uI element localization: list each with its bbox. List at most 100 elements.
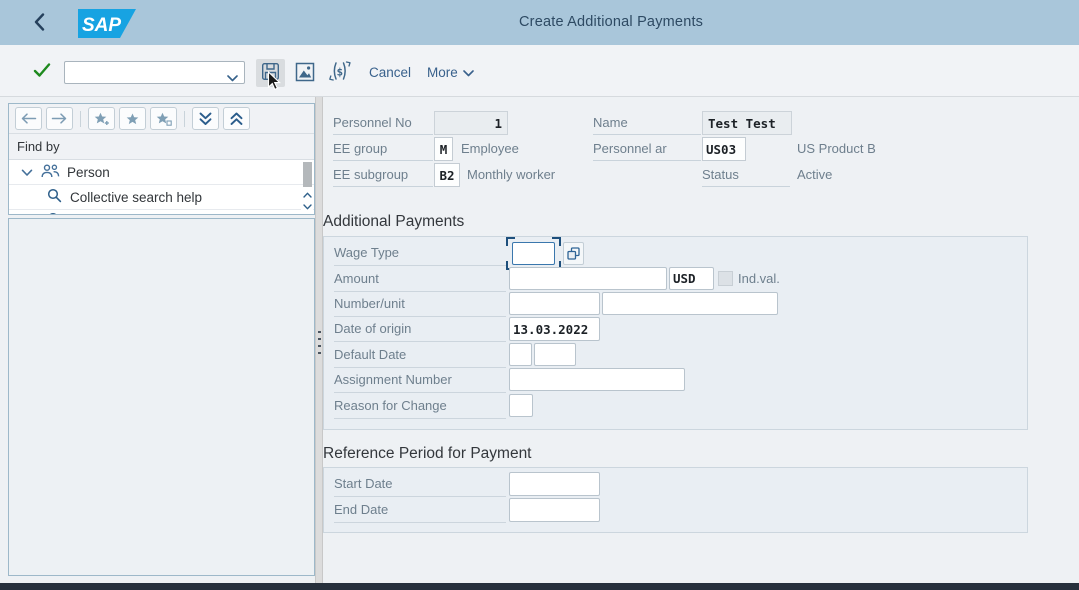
start-date-label-cell: Start Date <box>334 472 506 497</box>
assignment-number-input[interactable] <box>509 368 685 391</box>
wage-type-label: Wage Type <box>334 245 399 260</box>
more-button[interactable]: More <box>427 61 474 85</box>
end-date-label: End Date <box>334 502 388 517</box>
start-date-label: Start Date <box>334 476 393 491</box>
chevron-down-icon <box>463 61 474 85</box>
back-icon[interactable] <box>33 13 49 31</box>
add-favorite-button[interactable] <box>88 107 115 130</box>
ee-group-label: EE group <box>333 137 433 161</box>
reason-for-change-label-cell: Reason for Change <box>334 394 506 419</box>
star-plus-icon <box>94 112 110 126</box>
personnel-no-field[interactable]: 1 <box>434 111 508 135</box>
personnel-area-field[interactable]: US03 <box>702 137 746 161</box>
number-unit-label-cell: Number/unit <box>334 292 506 317</box>
currency-conversion-button[interactable]: $ <box>327 61 353 84</box>
delete-favorite-button[interactable] <box>150 107 177 130</box>
name-field[interactable]: Test Test <box>702 111 792 135</box>
name-label: Name <box>593 111 701 135</box>
header-bar: SAP Create Additional Payments <box>0 0 1079 45</box>
scroll-up-button[interactable] <box>301 189 313 200</box>
status-label: Status <box>702 163 790 187</box>
ee-subgroup-text: Monthly worker <box>467 163 555 187</box>
ee-subgroup-field[interactable]: B2 <box>434 163 460 187</box>
favorites-button[interactable] <box>119 107 146 130</box>
command-input[interactable] <box>67 63 225 82</box>
search-icon <box>47 212 62 215</box>
amount-input[interactable] <box>509 267 667 290</box>
amount-label: Amount <box>334 271 379 286</box>
navigate-forward-button[interactable] <box>46 107 73 130</box>
ind-val-checkbox <box>718 271 733 286</box>
tree-node-person[interactable]: Person <box>9 160 314 185</box>
personnel-area-label: Personnel ar <box>593 137 701 161</box>
date-of-origin-input[interactable] <box>509 317 600 341</box>
assignment-number-label-cell: Assignment Number <box>334 368 506 393</box>
more-button-label: More <box>427 61 458 85</box>
ee-group-text: Employee <box>461 137 519 161</box>
arrow-left-icon <box>20 113 37 124</box>
unit-input[interactable] <box>602 292 778 315</box>
ee-subgroup-label: EE subgroup <box>333 163 433 187</box>
wage-type-input[interactable] <box>512 242 555 265</box>
scroll-down-button[interactable] <box>301 201 313 212</box>
personnel-area-text: US Product B <box>797 137 876 161</box>
tree-item-clipped[interactable]: Search Term <box>9 210 314 215</box>
double-chevron-up-icon <box>229 112 244 126</box>
number-unit-label: Number/unit <box>334 296 405 311</box>
arrow-right-icon <box>51 113 68 124</box>
default-date-input[interactable] <box>534 343 576 366</box>
reason-for-change-label: Reason for Change <box>334 398 447 413</box>
find-by-header: Find by <box>9 134 314 160</box>
expand-all-button[interactable] <box>192 107 219 130</box>
additional-payments-group: Wage Type Amount Ind.val. Number/unit Da… <box>323 236 1028 430</box>
mouse-cursor <box>267 71 282 92</box>
wage-type-label-cell: Wage Type <box>334 241 506 266</box>
ind-val-label: Ind.val. <box>738 267 780 290</box>
page-title: Create Additional Payments <box>519 14 703 30</box>
display-button[interactable] <box>294 62 316 84</box>
person-group-icon <box>41 164 60 181</box>
date-of-origin-label: Date of origin <box>334 321 411 336</box>
tree-item-label: Collective search help <box>70 190 202 205</box>
system-toolbar: $ Cancel More <box>0 45 1079 97</box>
svg-text:$: $ <box>336 66 343 79</box>
tree-item-collective-search[interactable]: Collective search help <box>9 185 314 210</box>
bottom-edge-bar <box>0 583 1079 590</box>
scrollbar-thumb[interactable] <box>303 162 312 187</box>
navigate-back-button[interactable] <box>15 107 42 130</box>
end-date-input[interactable] <box>509 498 600 522</box>
additional-payments-title: Additional Payments <box>323 213 464 231</box>
personnel-no-label: Personnel No <box>333 111 433 135</box>
star-icon <box>126 113 139 125</box>
start-date-input[interactable] <box>509 472 600 496</box>
double-chevron-down-icon <box>198 112 213 126</box>
default-date-type-input[interactable] <box>509 343 532 366</box>
collapse-all-button[interactable] <box>223 107 250 130</box>
enter-check-icon[interactable] <box>33 63 51 79</box>
default-date-label: Default Date <box>334 347 406 362</box>
object-manager-result-list[interactable] <box>8 218 315 576</box>
chevron-down-icon[interactable] <box>227 70 238 85</box>
search-icon <box>47 188 62 206</box>
tree-item-label: Search Term <box>70 214 146 216</box>
default-date-label-cell: Default Date <box>334 343 506 368</box>
number-unit-input[interactable] <box>509 292 600 315</box>
currency-input[interactable] <box>669 267 714 290</box>
sap-logo: SAP <box>78 9 136 38</box>
date-of-origin-label-cell: Date of origin <box>334 317 506 342</box>
reason-for-change-input[interactable] <box>509 394 533 417</box>
splitter-grip <box>318 331 321 358</box>
chevron-down-icon[interactable] <box>21 165 33 180</box>
assignment-number-label: Assignment Number <box>334 372 452 387</box>
sap-window: SAP Create Additional Payments <box>0 0 1079 590</box>
cancel-button[interactable]: Cancel <box>369 61 411 85</box>
toolbar-separator <box>184 111 185 127</box>
command-field[interactable] <box>64 61 245 84</box>
splitter-handle[interactable] <box>315 97 323 583</box>
toolbar-separator <box>80 111 81 127</box>
ee-group-field[interactable]: M <box>434 137 453 161</box>
picture-icon <box>295 62 315 85</box>
value-help-button[interactable] <box>563 242 584 265</box>
end-date-label-cell: End Date <box>334 498 506 523</box>
object-manager-toolbar <box>9 104 314 134</box>
